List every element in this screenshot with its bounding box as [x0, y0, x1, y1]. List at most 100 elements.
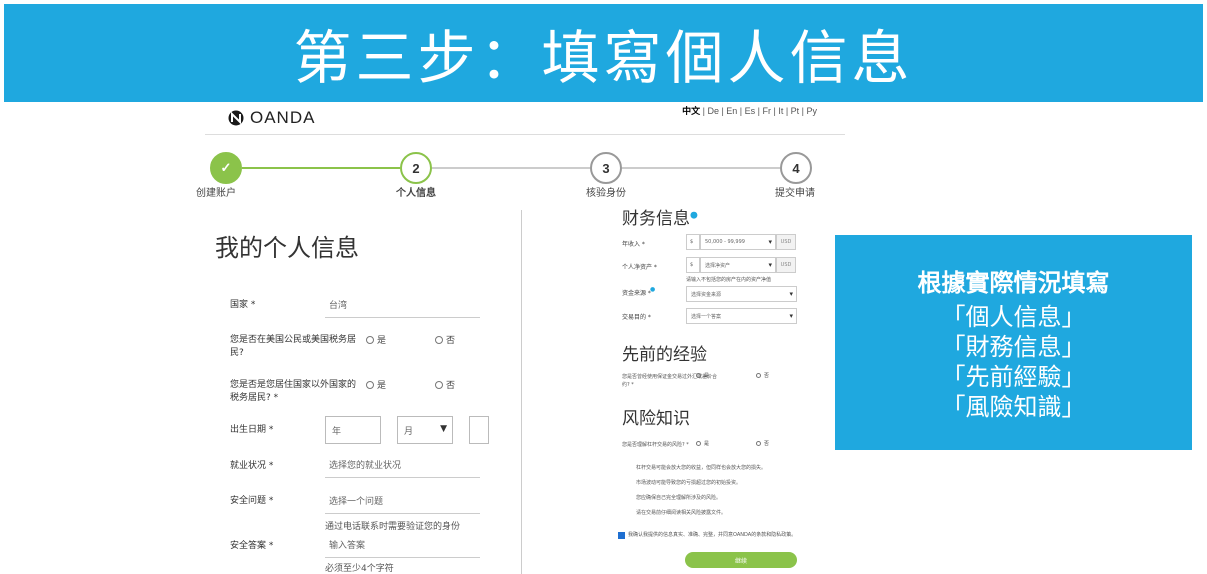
networth-currency: $: [686, 257, 700, 273]
purpose-select[interactable]: 选择一个答案 ▾: [686, 308, 797, 324]
experience-yes-radio[interactable]: 是: [696, 372, 709, 379]
networth-hint: 请输入不包括您的房产在内的资产净值: [686, 277, 772, 283]
security-question-hint: 通过电话联系时需要验证您的身份: [325, 522, 461, 532]
security-answer-input[interactable]: 输入答案: [325, 532, 480, 558]
source-select[interactable]: 选择资金来源 ▾: [686, 286, 797, 302]
info-box: 根據實際情況填寫 「個人信息」 「財務信息」 「先前經驗」 「風險知識」: [835, 235, 1192, 450]
chevron-down-icon: ▾: [768, 238, 772, 246]
column-divider: [521, 210, 522, 574]
networth-value: 选择净资产: [705, 262, 731, 269]
radio-circle-icon: [696, 373, 701, 378]
radio-circle-icon: [366, 335, 374, 344]
tax-resident-yes-radio[interactable]: 是: [366, 378, 386, 391]
risk-yes-radio[interactable]: 是: [696, 440, 709, 447]
income-value: 50,000 - 99,999: [705, 239, 745, 245]
step-1-circle: ✓: [210, 152, 242, 184]
radio-label: 否: [446, 336, 456, 346]
us-citizen-no-radio[interactable]: 否: [435, 333, 455, 346]
employment-select[interactable]: 选择您的就业状况: [325, 452, 480, 478]
purpose-label: 交易目的 *: [622, 314, 651, 321]
risk-title: 风险知识: [622, 409, 690, 429]
step-2-label: 个人信息: [396, 188, 436, 199]
risk-bullet: 市场波动可能导致您的亏损超过您的初始投资。: [636, 480, 742, 486]
brand-name: OANDA: [250, 108, 316, 127]
info-dot-icon: ●: [690, 210, 698, 221]
language-selector[interactable]: 中文 | De | En | Es | Fr | It | Pt | Ру: [682, 104, 817, 117]
tax-resident-question: 您是否是您居住国家以外国家的税务居民? *: [230, 380, 357, 403]
chevron-down-icon: ▼: [440, 424, 447, 434]
radio-label: 否: [764, 441, 770, 447]
language-current[interactable]: 中文: [682, 106, 700, 116]
us-citizen-question: 您是否在美国公民或美国税务居民?: [230, 335, 357, 358]
step-connector-1: [242, 167, 400, 169]
radio-circle-icon: [756, 373, 761, 378]
country-field[interactable]: 台湾: [325, 292, 480, 318]
security-question-label: 安全问题 *: [230, 496, 274, 506]
radio-label: 是: [704, 441, 710, 447]
step-2-circle: 2: [400, 152, 432, 184]
country-label: 国家 *: [230, 300, 256, 310]
consent-checkbox[interactable]: [618, 532, 625, 539]
info-item: 「先前經驗」: [941, 363, 1086, 391]
header-divider: [205, 134, 845, 135]
risk-bullet: 杠杆交易可能会放大您的收益，但同样也会放大您的损失。: [636, 465, 767, 471]
step-3-label: 核验身份: [586, 188, 626, 199]
radio-label: 是: [704, 373, 710, 379]
radio-circle-icon: [756, 441, 761, 446]
financial-info-text: 财务信息: [622, 209, 690, 229]
income-unit: USD: [776, 234, 796, 250]
security-answer-hint: 必须至少4个字符: [325, 564, 394, 574]
security-answer-label: 安全答案 *: [230, 541, 274, 551]
networth-unit: USD: [776, 257, 796, 273]
info-item: 「風險知識」: [941, 393, 1086, 421]
radio-label: 否: [764, 373, 770, 379]
radio-circle-icon: [435, 380, 443, 389]
radio-label: 是: [377, 336, 387, 346]
experience-no-radio[interactable]: 否: [756, 372, 769, 379]
employment-label: 就业状况 *: [230, 461, 274, 471]
experience-title: 先前的经验: [622, 345, 707, 365]
oanda-logo-icon: [228, 110, 244, 126]
chevron-down-icon: ▾: [789, 290, 793, 298]
submit-button[interactable]: 继续: [685, 552, 797, 568]
brand[interactable]: OANDA: [228, 108, 315, 128]
dob-year-input[interactable]: 年: [325, 416, 381, 444]
consent-text: 我确认我提供的信息真实、准确、完整，并同意OANDA的条款和隐私政策。: [628, 532, 797, 538]
step-connector-3: [622, 167, 780, 169]
dob-day-input[interactable]: [469, 416, 489, 444]
radio-label: 是: [377, 381, 387, 391]
risk-bullet: 请在交易前仔细阅读相关风险披露文件。: [636, 510, 727, 516]
personal-info-title: 我的个人信息: [215, 234, 359, 262]
financial-info-title: 财务信息●: [622, 204, 698, 229]
banner-title: 第三步：填寫個人信息: [293, 24, 914, 92]
source-value: 选择资金来源: [691, 291, 722, 298]
us-citizen-yes-radio[interactable]: 是: [366, 333, 386, 346]
networth-label: 个人净资产 *: [622, 264, 657, 271]
step-3-circle: 3: [590, 152, 622, 184]
radio-circle-icon: [435, 335, 443, 344]
tax-resident-no-radio[interactable]: 否: [435, 378, 455, 391]
language-others[interactable]: | De | En | Es | Fr | It | Pt | Ру: [700, 106, 817, 116]
radio-label: 否: [446, 381, 456, 391]
dob-month-value: 月: [404, 426, 414, 437]
purpose-value: 选择一个答案: [691, 313, 722, 320]
radio-circle-icon: [696, 441, 701, 446]
info-dot-icon: ●: [650, 286, 656, 293]
step-4-circle: 4: [780, 152, 812, 184]
radio-circle-icon: [366, 380, 374, 389]
source-label: 资金来源 *: [622, 290, 651, 297]
dob-label: 出生日期 *: [230, 425, 274, 435]
info-item: 「個人信息」: [941, 303, 1086, 331]
networth-select[interactable]: 选择净资产 ▾: [700, 257, 776, 273]
risk-bullet: 您应确保自己完全理解所涉及的风险。: [636, 495, 722, 501]
security-question-select[interactable]: 选择一个问题: [325, 488, 480, 514]
title-banner: 第三步：填寫個人信息: [4, 4, 1203, 102]
application-form-screenshot: OANDA 中文 | De | En | Es | Fr | It | Pt |…: [190, 102, 845, 574]
income-select[interactable]: 50,000 - 99,999 ▾: [700, 234, 776, 250]
step-connector-2: [432, 167, 590, 169]
info-heading: 根據實際情況填寫: [917, 269, 1110, 297]
dob-month-select[interactable]: 月 ▼: [397, 416, 453, 444]
income-label: 年收入 *: [622, 241, 645, 248]
risk-no-radio[interactable]: 否: [756, 440, 769, 447]
chevron-down-icon: ▾: [768, 261, 772, 269]
